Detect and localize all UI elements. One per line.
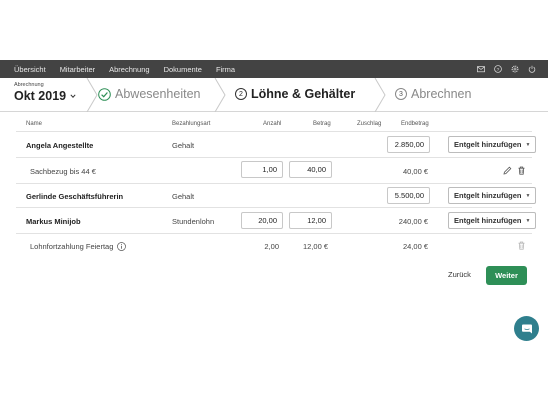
column-header-surcharge: Zuschlag — [357, 121, 382, 127]
amount-input[interactable]: 12,00 — [289, 212, 332, 229]
check-circle-icon — [98, 87, 111, 101]
next-button[interactable]: Weiter — [486, 266, 527, 285]
period-selector[interactable]: Abrechnung Okt 2019 — [14, 82, 76, 103]
nav-item-uebersicht[interactable]: Übersicht — [0, 65, 53, 74]
power-icon[interactable] — [528, 65, 536, 73]
table-row: Lohnfortzahlung Feiertag 2,00 12,00 € 24… — [16, 234, 532, 258]
row-name: Sachbezug bis 44 € — [30, 167, 96, 176]
mail-icon[interactable] — [477, 65, 485, 73]
step-abrechnen[interactable]: 3 Abrechnen — [395, 87, 471, 101]
row-total: 24,00 € — [402, 242, 428, 251]
column-header-count: Anzahl — [263, 121, 282, 127]
step-divider — [86, 78, 98, 112]
caret-down-icon: ▼ — [525, 217, 531, 224]
add-payment-button[interactable]: Entgelt hinzufügen ▼ — [448, 212, 537, 229]
back-button[interactable]: Zurück — [448, 270, 471, 279]
nav-item-firma[interactable]: Firma — [209, 65, 242, 74]
column-header-name: Name — [26, 121, 43, 127]
column-header-amount: Betrag — [313, 121, 331, 127]
row-name: Angela Angestellte — [26, 141, 94, 150]
count-input[interactable]: 20,00 — [241, 212, 283, 229]
step-loehne-gehaelter[interactable]: 2 Löhne & Gehälter — [235, 87, 355, 101]
step-abwesenheiten[interactable]: Abwesenheiten — [98, 87, 200, 101]
total-input[interactable]: 2.850,00 — [387, 136, 430, 153]
add-payment-label: Entgelt hinzufügen — [454, 191, 522, 200]
row-amount: 12,00 € — [302, 242, 328, 251]
row-payment-type: Gehalt — [172, 192, 195, 201]
period-value[interactable]: Okt 2019 — [14, 89, 76, 103]
table-row: Angela Angestellte Gehalt 2.850,00 Entge… — [16, 132, 537, 158]
column-header-type: Bezahlungsart — [172, 121, 211, 127]
step-number: 2 — [235, 88, 247, 100]
period-value-text: Okt 2019 — [14, 89, 67, 103]
table-row: Markus Minijob Stundenlohn 20,00 12,00 2… — [16, 208, 537, 234]
add-payment-label: Entgelt hinzufügen — [454, 140, 522, 149]
chat-button[interactable] — [514, 316, 539, 341]
table-row: Sachbezug bis 44 € 1,00 40,00 40,00 € — [16, 158, 532, 184]
row-count: 2,00 — [264, 242, 279, 251]
caret-down-icon: ▼ — [525, 192, 531, 199]
count-input[interactable]: 1,00 — [241, 161, 283, 178]
total-input[interactable]: 5.500,00 — [387, 187, 430, 204]
nav-item-abrechnung[interactable]: Abrechnung — [102, 65, 156, 74]
step-label: Löhne & Gehälter — [251, 87, 356, 101]
trash-icon — [518, 241, 525, 250]
trash-icon[interactable] — [517, 166, 526, 175]
nav-item-dokumente[interactable]: Dokumente — [157, 65, 209, 74]
column-header-total: Endbetrag — [401, 121, 429, 127]
step-divider — [374, 78, 386, 112]
caret-down-icon: ▼ — [525, 141, 531, 148]
row-name: Gerlinde Geschäftsführerin — [26, 192, 124, 201]
row-name: Markus Minijob — [26, 217, 81, 226]
settings-icon[interactable] — [511, 65, 519, 73]
row-total: 240,00 € — [398, 217, 428, 226]
row-payment-type: Stundenlohn — [172, 217, 215, 226]
amount-input[interactable]: 40,00 — [289, 161, 332, 178]
step-divider — [214, 78, 226, 112]
add-payment-label: Entgelt hinzufügen — [454, 216, 522, 225]
step-number: 3 — [395, 88, 407, 100]
help-icon[interactable]: ? — [494, 65, 502, 73]
top-navigation: Übersicht Mitarbeiter Abrechnung Dokumen… — [0, 60, 548, 78]
step-label: Abrechnen — [411, 87, 472, 101]
svg-text:?: ? — [497, 67, 500, 73]
nav-icon-group: ? — [477, 65, 548, 73]
nav-item-mitarbeiter[interactable]: Mitarbeiter — [53, 65, 102, 74]
add-payment-button[interactable]: Entgelt hinzufügen ▼ — [448, 187, 537, 204]
info-icon[interactable] — [117, 242, 127, 251]
step-label: Abwesenheiten — [115, 87, 201, 101]
pencil-icon[interactable] — [503, 166, 512, 175]
row-name: Lohnfortzahlung Feiertag — [30, 242, 114, 251]
process-stepper: Abrechnung Okt 2019 Abwesenheiten 2 Löhn… — [0, 78, 548, 112]
period-label: Abrechnung — [14, 82, 44, 88]
row-payment-type: Gehalt — [172, 141, 195, 150]
table-row: Gerlinde Geschäftsführerin Gehalt 5.500,… — [16, 184, 537, 208]
row-total: 40,00 € — [402, 167, 428, 176]
chevron-down-icon — [70, 94, 76, 98]
chat-icon — [521, 324, 532, 333]
row-name-group: Lohnfortzahlung Feiertag — [30, 242, 127, 251]
add-payment-button[interactable]: Entgelt hinzufügen ▼ — [448, 136, 537, 153]
